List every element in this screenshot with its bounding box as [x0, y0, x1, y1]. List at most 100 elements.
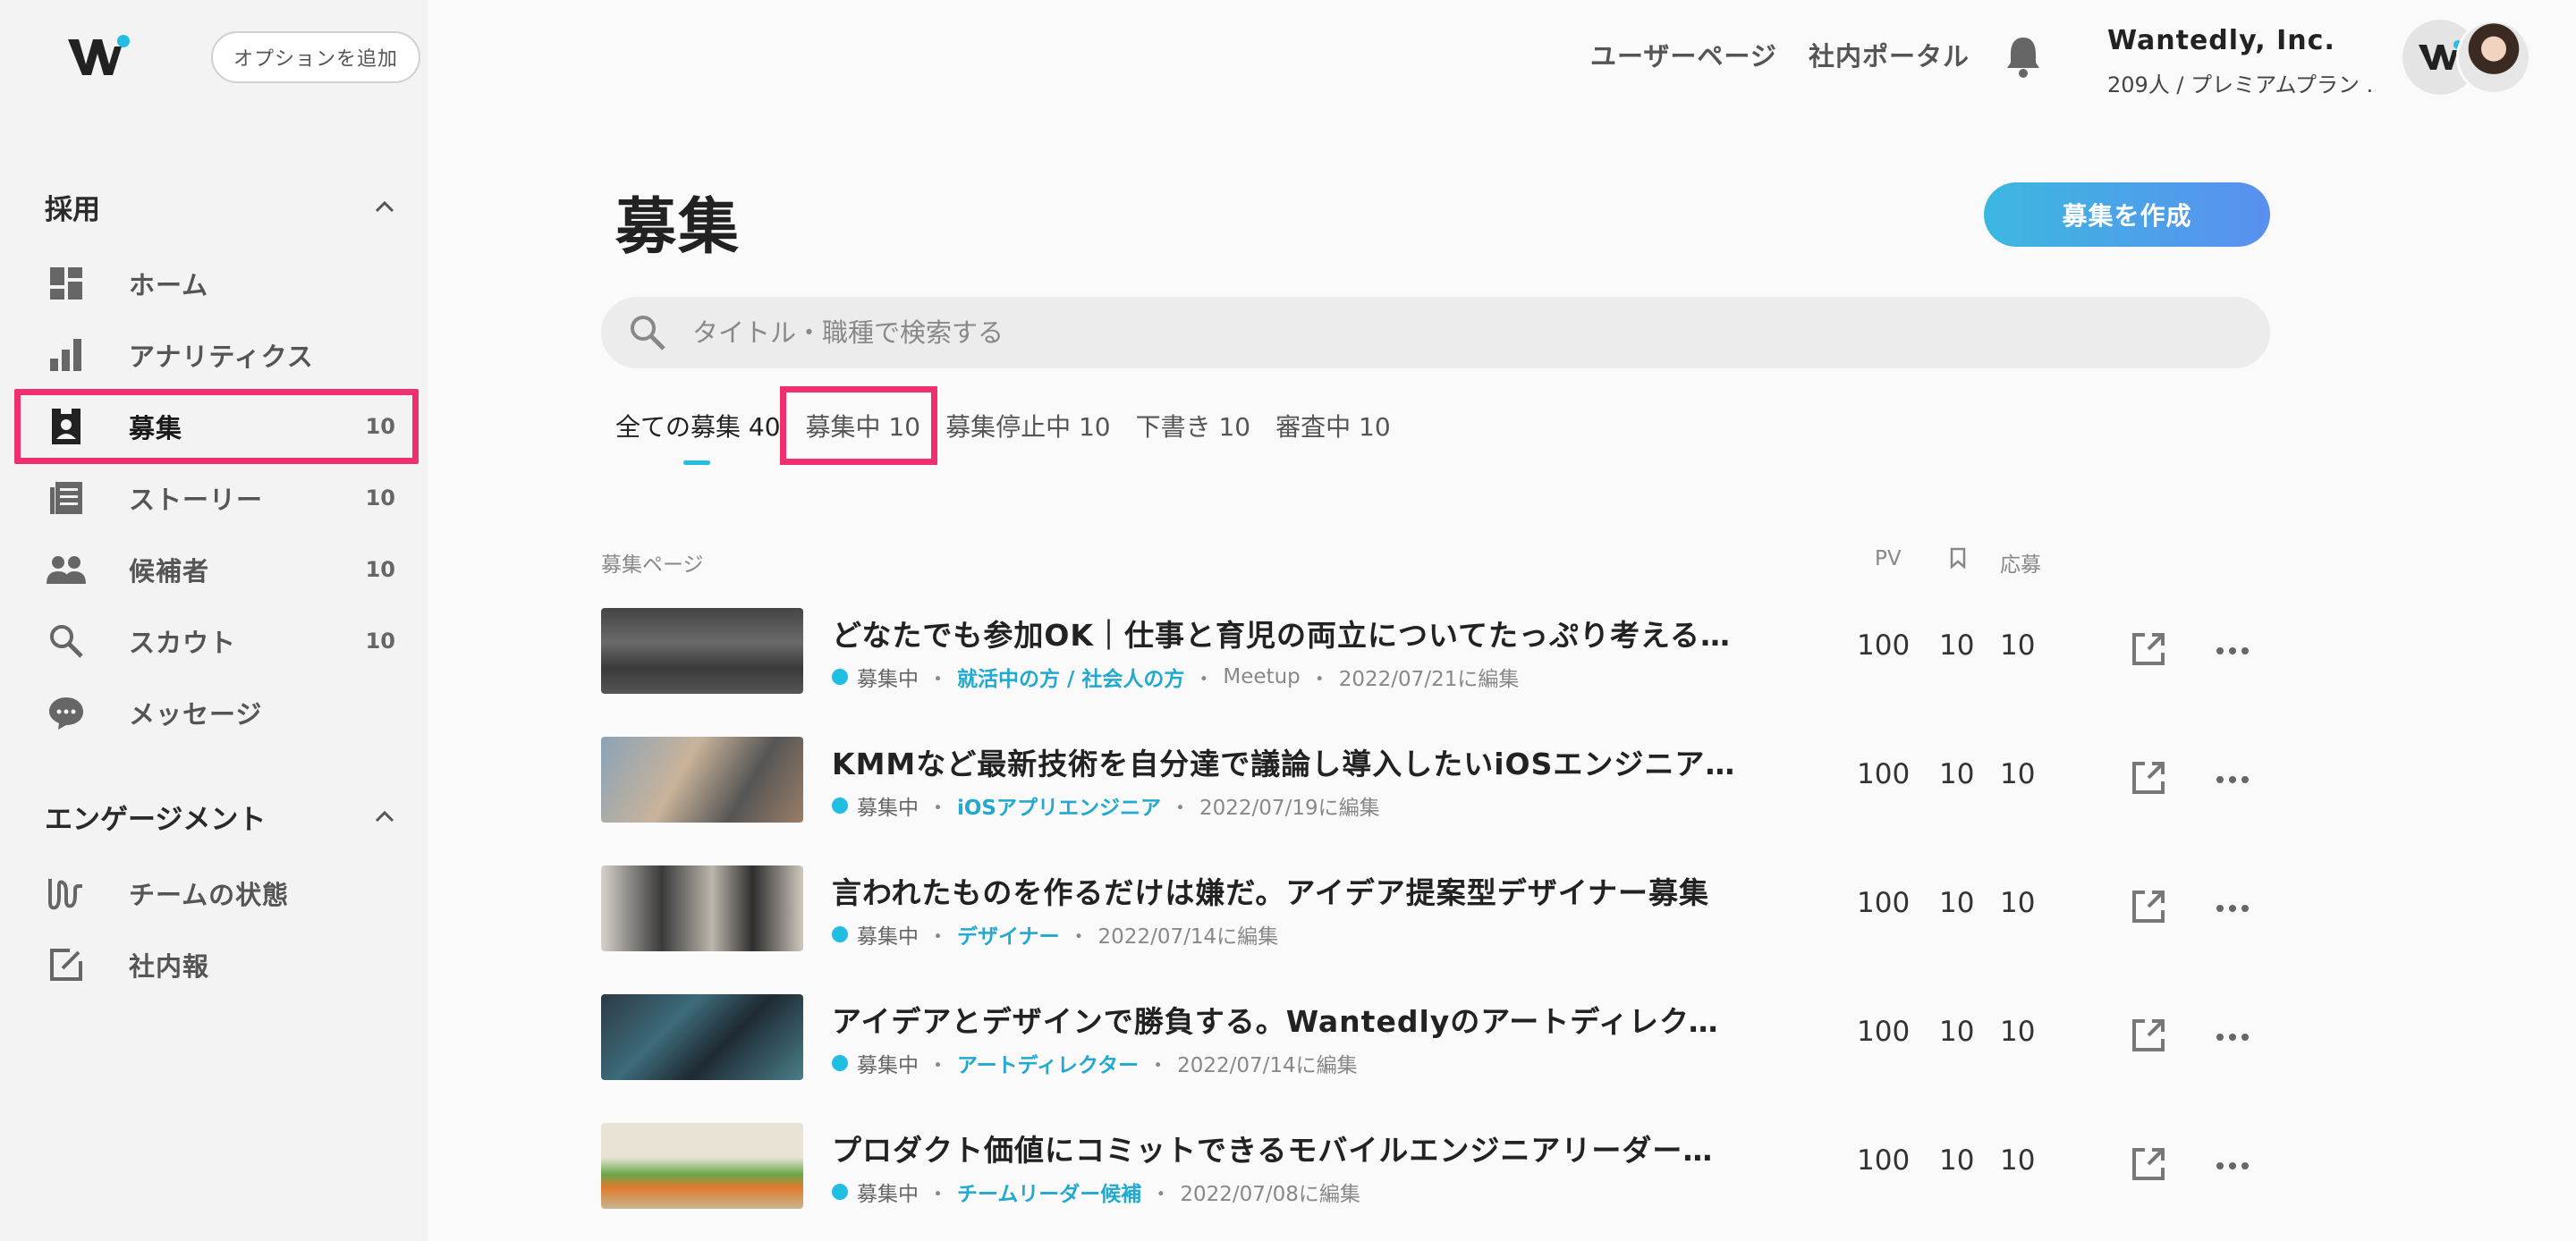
wave-icon	[43, 870, 89, 916]
sidebar-item-home[interactable]: ホーム	[27, 252, 411, 315]
job-meta: 募集中 ・ アートディレクター ・ 2022/07/14に編集	[832, 1048, 1358, 1078]
more-icon[interactable]	[2211, 1021, 2254, 1053]
wantedly-logo[interactable]	[66, 32, 132, 82]
status-label: 募集中	[857, 1054, 919, 1077]
sidebar-item-recruitment[interactable]: 募集 10	[27, 395, 411, 458]
user-page-link[interactable]: ユーザーページ	[1590, 36, 1777, 73]
company-info[interactable]: Wantedly, Inc. 209人 / プレミアムプラン ...	[2107, 25, 2376, 98]
create-job-button[interactable]: 募集を作成	[1984, 182, 2270, 247]
occupation-link[interactable]: アートディレクター	[957, 1048, 1139, 1078]
job-meta: 募集中 ・ チームリーダー候補 ・ 2022/07/08に編集	[832, 1177, 1360, 1207]
edited-date: 2022/07/08に編集	[1180, 1183, 1360, 1206]
job-thumbnail	[601, 865, 803, 951]
bar-chart-icon	[43, 332, 89, 378]
apply-count: 10	[2000, 887, 2036, 919]
job-title[interactable]: アイデアとデザインで勝負する。Wantedlyのアートディレクター募集	[832, 998, 1744, 1041]
more-icon[interactable]	[2211, 1150, 2254, 1182]
company-plan: 209人 / プレミアムプラン ...	[2107, 72, 2376, 97]
section-title: エンゲージメント	[45, 803, 267, 836]
search-bar[interactable]	[601, 297, 2270, 368]
people-icon	[43, 546, 89, 593]
occupation-link[interactable]: チームリーダー候補	[957, 1177, 1141, 1207]
tab-review[interactable]: 審査中 10	[1275, 408, 1391, 461]
sidebar-item-label: ホーム	[129, 270, 209, 300]
column-header-page: 募集ページ	[601, 553, 704, 577]
external-link-icon[interactable]	[2129, 1144, 2168, 1184]
sidebar-item-label: ストーリー	[129, 485, 264, 515]
table-row[interactable]: KMMなど最新技術を自分達で議論し導入したいiOSエンジニア募集！ 募集中 ・ …	[601, 737, 2283, 823]
search-icon	[626, 311, 669, 354]
table-row[interactable]: アイデアとデザインで勝負する。Wantedlyのアートディレクター募集 募集中 …	[601, 994, 2283, 1080]
company-name: Wantedly, Inc.	[2107, 25, 2335, 56]
table-row[interactable]: プロダクト価値にコミットできるモバイルエンジニアリーダーWantedly 募集中…	[601, 1123, 2283, 1209]
external-link-icon[interactable]	[2129, 887, 2168, 926]
external-link-icon[interactable]	[2129, 629, 2168, 669]
chat-icon	[43, 689, 89, 736]
sidebar-item-team-status[interactable]: チームの状態	[27, 862, 411, 924]
tab-recruiting[interactable]: 募集中 10	[806, 408, 921, 461]
search-input[interactable]	[692, 317, 2123, 348]
occupation-link[interactable]: デザイナー	[957, 919, 1060, 950]
more-icon[interactable]	[2211, 892, 2254, 924]
job-title[interactable]: どなたでも参加OK｜仕事と育児の両立についてたっぷり考えるMeetup	[832, 612, 1744, 654]
bookmark-icon	[1950, 547, 1966, 574]
sidebar-item-label: 候補者	[129, 556, 210, 587]
job-thumbnail	[601, 737, 803, 823]
status-dot	[832, 1055, 848, 1071]
add-option-button[interactable]: オプションを追加	[211, 31, 420, 83]
edited-date: 2022/07/14に編集	[1097, 925, 1279, 949]
sidebar-item-messages[interactable]: メッセージ	[27, 681, 411, 744]
dashboard-icon	[43, 260, 89, 307]
external-link-icon[interactable]	[2129, 1016, 2168, 1055]
job-title[interactable]: KMMなど最新技術を自分達で議論し導入したいiOSエンジニア募集！	[832, 740, 1744, 783]
internal-portal-link[interactable]: 社内ポータル	[1809, 36, 1970, 73]
account-avatars[interactable]	[2402, 20, 2537, 95]
sidebar-item-scout[interactable]: スカウト 10	[27, 610, 411, 672]
bell-icon[interactable]	[2004, 34, 2043, 79]
occupation-link[interactable]: iOSアプリエンジニア	[957, 790, 1161, 821]
sidebar-item-story[interactable]: ストーリー 10	[27, 467, 411, 529]
job-title[interactable]: 言われたものを作るだけは嫌だ。アイデア提案型デザイナー募集	[832, 869, 1744, 912]
pv-count: 100	[1857, 629, 1911, 662]
sidebar-item-candidates[interactable]: 候補者 10	[27, 538, 411, 601]
external-link-icon[interactable]	[2129, 758, 2168, 798]
user-avatar	[2456, 20, 2531, 95]
job-title[interactable]: プロダクト価値にコミットできるモバイルエンジニアリーダーWantedly	[832, 1127, 1744, 1169]
sidebar-item-internal-news[interactable]: 社内報	[27, 933, 411, 996]
more-icon[interactable]	[2211, 635, 2254, 667]
more-icon[interactable]	[2211, 764, 2254, 796]
section-engagement[interactable]: エンゲージメント	[45, 794, 402, 839]
status-label: 募集中	[857, 797, 919, 820]
table-row[interactable]: 言われたものを作るだけは嫌だ。アイデア提案型デザイナー募集 募集中 ・ デザイナ…	[601, 865, 2283, 951]
sidebar-item-label: 社内報	[129, 951, 210, 982]
sidebar-item-count: 10	[365, 485, 395, 511]
status-label: 募集中	[857, 925, 919, 949]
tab-all[interactable]: 全ての募集 40	[615, 408, 781, 461]
status-label: 募集中	[857, 1183, 919, 1206]
pv-count: 100	[1857, 1016, 1911, 1048]
status-tabs: 全ての募集 40 募集中 10 募集停止中 10 下書き 10 審査中 10	[615, 408, 1416, 461]
tab-draft[interactable]: 下書き 10	[1136, 408, 1251, 461]
chevron-up-icon	[367, 798, 402, 834]
section-title: 採用	[45, 193, 100, 226]
apply-count: 10	[2000, 1144, 2036, 1177]
section-recruiting[interactable]: 採用	[45, 184, 402, 229]
job-meta: 募集中 ・ デザイナー ・ 2022/07/14に編集	[832, 919, 1278, 950]
sidebar-item-count: 10	[365, 557, 395, 582]
job-meta: 募集中 ・ 就活中の方 / 社会人の方 ・ Meetup ・ 2022/07/2…	[832, 662, 1519, 692]
sidebar-item-label: チームの状態	[129, 880, 290, 910]
table-row[interactable]: どなたでも参加OK｜仕事と育児の両立についてたっぷり考えるMeetup 募集中 …	[601, 608, 2283, 694]
occupation-link[interactable]: 就活中の方 / 社会人の方	[957, 662, 1184, 692]
bookmark-count: 10	[1939, 887, 1975, 919]
apply-count: 10	[2000, 629, 2036, 662]
job-thumbnail	[601, 1123, 803, 1209]
pv-count: 100	[1857, 887, 1911, 919]
sidebar-item-analytics[interactable]: アナリティクス	[27, 324, 411, 386]
bookmark-count: 10	[1939, 629, 1975, 662]
status-label: 募集中	[857, 668, 919, 691]
status-dot	[832, 669, 848, 685]
tab-paused[interactable]: 募集停止中 10	[945, 408, 1111, 461]
search-icon	[43, 618, 89, 664]
badge-icon	[43, 403, 89, 450]
sidebar-item-count: 10	[365, 629, 395, 654]
